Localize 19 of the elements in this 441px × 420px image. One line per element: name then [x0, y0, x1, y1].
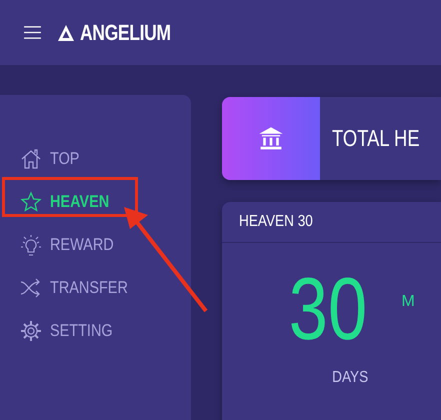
gear-icon	[20, 320, 42, 342]
brand-name: ANGELIUM	[80, 20, 171, 46]
house-icon	[20, 148, 42, 170]
star-icon	[20, 190, 42, 212]
sidebar-item[interactable]: SETTING	[0, 309, 128, 352]
column-2-text: M	[402, 293, 415, 312]
lightbulb-icon	[20, 234, 42, 256]
sidebar-item[interactable]: TRANSFER	[0, 266, 146, 309]
bank-icon	[256, 126, 284, 152]
menu-icon[interactable]	[23, 25, 42, 40]
shuffle-icon	[20, 276, 42, 298]
card-title: TOTAL HE	[332, 125, 420, 152]
card-title: HEAVEN 30	[238, 213, 312, 231]
sidebar-item[interactable]: TOP	[0, 137, 89, 180]
triangle-logo-icon	[56, 22, 76, 42]
sidebar-item[interactable]: REWARD	[0, 223, 129, 266]
days-label: DAYS	[332, 369, 368, 387]
days-value: 30	[288, 269, 367, 349]
sidebar-item[interactable]: HEAVEN	[0, 180, 124, 223]
